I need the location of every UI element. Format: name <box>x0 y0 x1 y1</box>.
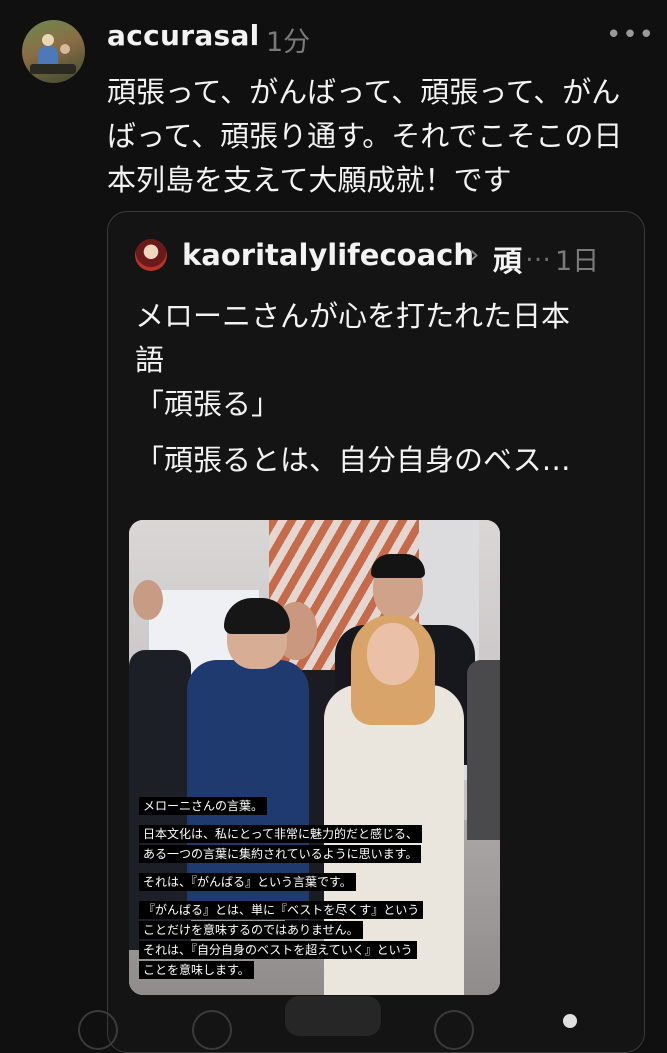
quoted-text-line: 語 <box>135 343 165 377</box>
person-figure <box>133 580 163 620</box>
post-timestamp: 1分 <box>266 27 311 58</box>
quoted-post-card[interactable]: kaoritalylifecoach › 頑 … 1日 メローニさんが心を打たれ… <box>107 211 645 1053</box>
video-captions: メローニさんの言葉。 日本文化は、私にとって非常に魅力的だと感じる、 ある一つの… <box>139 795 499 987</box>
quoted-topic-tag[interactable]: 頑 <box>493 238 522 280</box>
post-text: 頑張って、がんばって、頑張って、がんばって、頑張り通す。それでこそこの日本列島を… <box>107 75 623 197</box>
caption-line: メローニさんの言葉。 <box>139 797 268 815</box>
quoted-text: メローニさんが心を打たれた日本 語 「頑張る」 「頑張るとは、自分自身のベス… <box>135 294 615 482</box>
caption-line: ことだけを意味するのではありません。 <box>139 921 363 939</box>
caption-line: ことを意味します。 <box>139 961 254 979</box>
person-figure <box>371 554 425 578</box>
heart-icon[interactable] <box>434 1010 474 1050</box>
caption-line: ある一つの言葉に集約されているように思います。 <box>139 845 422 863</box>
topic-chevron-icon: › <box>469 240 480 270</box>
quoted-media-image[interactable]: メローニさんの言葉。 日本文化は、私にとって非常に魅力的だと感じる、 ある一つの… <box>129 520 500 995</box>
caption-line: 『がんばる』とは、単に『ベストを尽くす』という <box>139 901 424 919</box>
caption-line: 日本文化は、私にとって非常に魅力的だと感じる、 <box>139 825 423 843</box>
quoted-text-line: 「頑張るとは、自分自身のベス… <box>135 443 571 477</box>
topic-ellipsis: … <box>525 238 551 268</box>
more-options-icon[interactable]: ••• <box>606 20 655 50</box>
quoted-timestamp: 1日 <box>555 246 600 277</box>
author-username[interactable]: accurasal <box>107 19 260 52</box>
caption-line: それは、『自分自身のベストを超えていく』という <box>139 941 417 959</box>
quoted-text-line: 「頑張る」 <box>135 387 281 421</box>
profile-icon[interactable] <box>563 1014 577 1028</box>
quoted-author-username[interactable]: kaoritalylifecoach <box>182 238 474 272</box>
compose-button[interactable] <box>285 996 381 1036</box>
quoted-text-line: メローニさんが心を打たれた日本 <box>135 299 571 333</box>
search-icon[interactable] <box>192 1010 232 1050</box>
person-figure <box>367 623 419 685</box>
home-icon[interactable] <box>78 1010 118 1050</box>
author-avatar[interactable] <box>22 20 85 83</box>
caption-line: それは、『がんばる』という言葉です。 <box>139 873 356 891</box>
quoted-author-avatar[interactable] <box>135 239 167 271</box>
